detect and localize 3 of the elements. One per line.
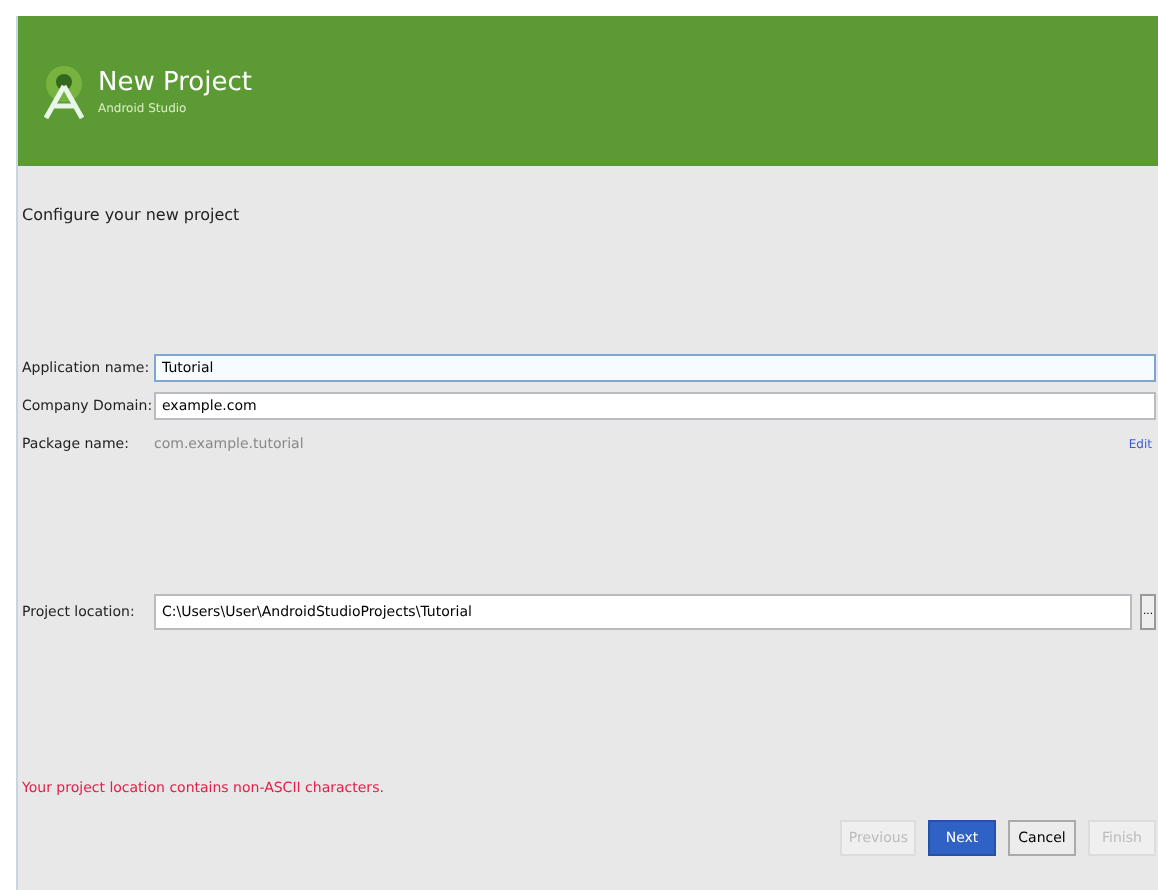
compass-icon: [38, 63, 90, 119]
dialog-title: New Project: [98, 67, 252, 97]
section-heading: Configure your new project: [22, 206, 242, 224]
